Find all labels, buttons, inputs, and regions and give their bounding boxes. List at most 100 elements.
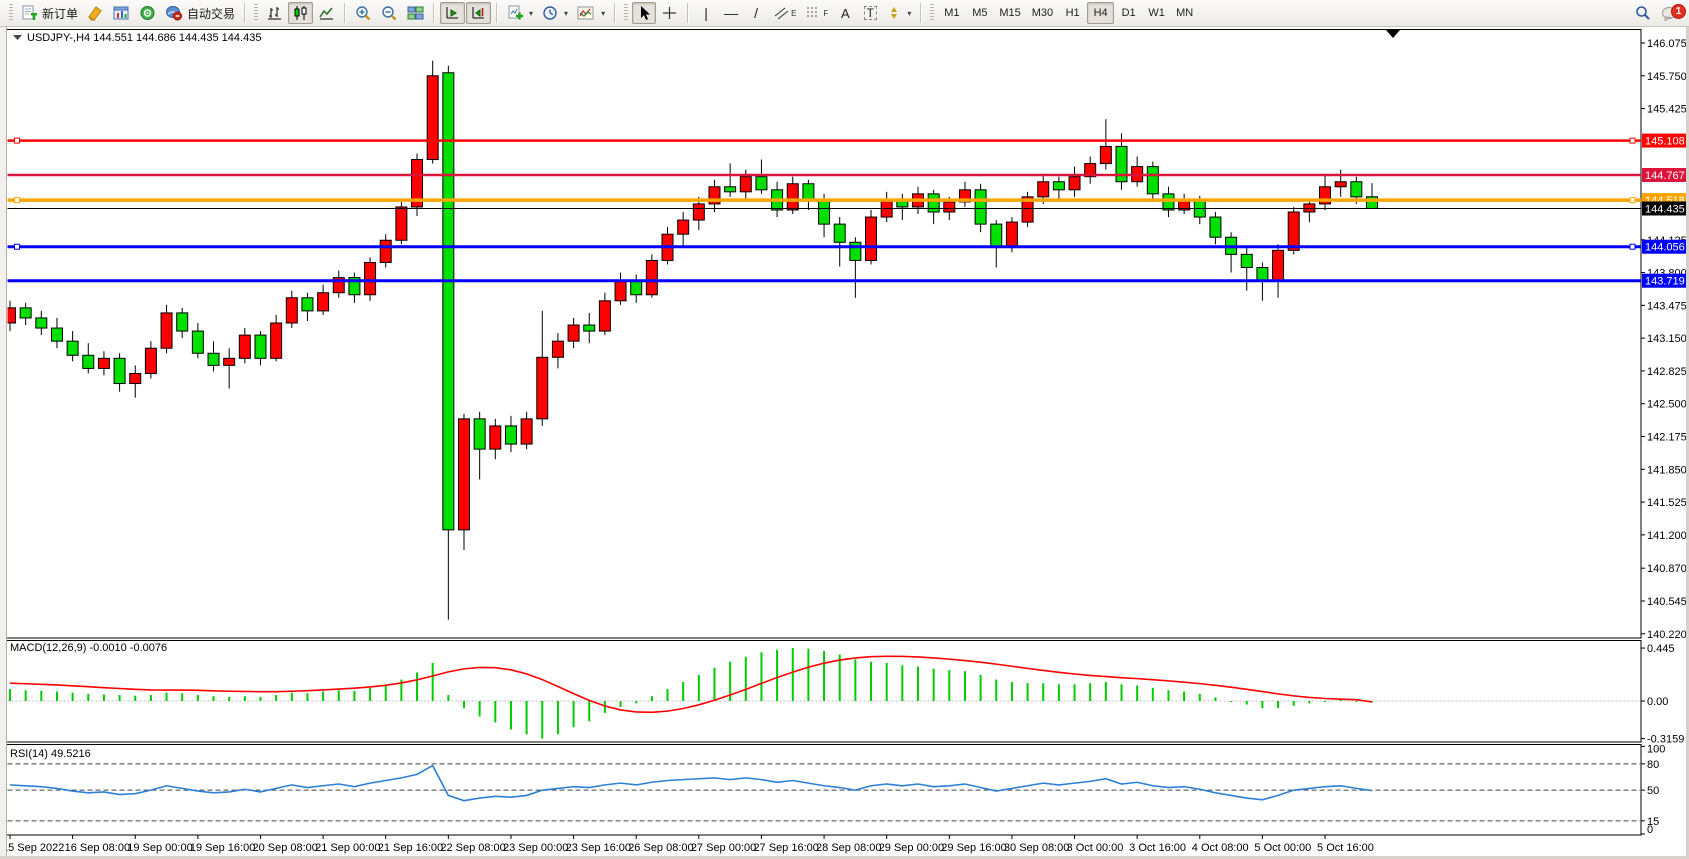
- price-axis-label: 143.475: [1647, 300, 1687, 312]
- zoom-out-button[interactable]: [377, 2, 402, 24]
- auto-scroll-button[interactable]: [440, 2, 465, 24]
- indicators-button[interactable]: ▾: [573, 2, 609, 24]
- fibonacci-sub-label: F: [823, 9, 828, 18]
- toolbar-grip[interactable]: [254, 4, 258, 22]
- clock-icon: [542, 5, 559, 21]
- price-axis-label: 145.750: [1647, 71, 1687, 83]
- hline-handle[interactable]: [15, 198, 20, 203]
- zoom-in-button[interactable]: [351, 2, 376, 24]
- macd-bar: [760, 652, 762, 701]
- macd-bar: [1246, 701, 1248, 705]
- time-axis-label: 5 Oct 16:00: [1317, 842, 1374, 854]
- toolbar-separator: [920, 3, 922, 23]
- text-label-tool-button[interactable]: T: [858, 2, 882, 24]
- macd-bar: [1183, 691, 1185, 701]
- vertical-line-tool-button[interactable]: |: [694, 2, 718, 24]
- arrows-tool-button[interactable]: ▾: [883, 2, 915, 24]
- trendline-tool-button[interactable]: /: [744, 2, 768, 24]
- navigator-button[interactable]: [109, 2, 134, 24]
- channel-tool-button[interactable]: E: [769, 2, 800, 24]
- new-chart-button[interactable]: ▾: [503, 2, 537, 24]
- time-axis-label: 19 Sep 00:00: [127, 842, 192, 854]
- price-label-text: 144.435: [1645, 203, 1685, 215]
- chart-canvas[interactable]: 146.075145.750145.425144.125143.800143.4…: [0, 0, 1689, 859]
- timeframe-m5-button[interactable]: M5: [966, 2, 993, 24]
- toolbar-separator: [344, 3, 346, 23]
- time-axis-label: 27 Sep 16:00: [753, 842, 818, 854]
- macd-label: MACD(12,26,9) -0.0010 -0.0076: [10, 642, 167, 654]
- search-button[interactable]: [1630, 2, 1656, 24]
- macd-bar: [40, 691, 42, 701]
- toolbar-grip[interactable]: [9, 4, 13, 22]
- time-axis-label: 3 Oct 00:00: [1067, 842, 1124, 854]
- autotrading-button[interactable]: 自动交易: [161, 2, 239, 24]
- tile-windows-button[interactable]: [403, 2, 428, 24]
- macd-bar: [150, 695, 152, 701]
- timeframe-mn-button[interactable]: MN: [1171, 2, 1198, 24]
- zoom-out-icon: [381, 5, 398, 21]
- macd-bar: [119, 695, 121, 701]
- macd-bar: [839, 655, 841, 701]
- text-tool-button[interactable]: A: [833, 2, 857, 24]
- time-axis-label: 27 Sep 00:00: [691, 842, 756, 854]
- macd-bar: [526, 701, 528, 734]
- mt4-window: 新订单 自动交易: [0, 0, 1689, 859]
- new-chart-icon: [507, 5, 524, 21]
- timeframe-d1-button[interactable]: D1: [1115, 2, 1142, 24]
- line-chart-icon: [318, 5, 335, 21]
- candle: [646, 254, 657, 297]
- new-order-button[interactable]: 新订单: [17, 2, 82, 24]
- toolbar-grip[interactable]: [930, 4, 934, 22]
- bar-chart-button[interactable]: [262, 2, 287, 24]
- hline-handle[interactable]: [15, 244, 20, 249]
- main-chart-panel: [7, 30, 1642, 639]
- macd-axis-label: 0.00: [1647, 696, 1668, 708]
- chart-shift-icon: [470, 5, 487, 21]
- macd-bar: [1293, 701, 1295, 706]
- cursor-tool-button[interactable]: [632, 2, 656, 24]
- macd-bar: [87, 694, 89, 701]
- macd-bar: [1308, 701, 1310, 703]
- macd-bar: [1105, 682, 1107, 701]
- time-axis-label: 16 Sep 08:00: [65, 842, 130, 854]
- macd-bar: [197, 695, 199, 701]
- macd-bar: [948, 670, 950, 701]
- fibonacci-tool-button[interactable]: F: [801, 2, 832, 24]
- market-watch-button[interactable]: [83, 2, 108, 24]
- time-axis-label: 22 Sep 08:00: [440, 842, 505, 854]
- horizontal-line-tool-button[interactable]: —: [719, 2, 743, 24]
- signals-button[interactable]: [135, 2, 160, 24]
- notifications-button[interactable]: 1: [1657, 2, 1683, 24]
- macd-bar: [56, 691, 58, 701]
- timeframe-m1-button[interactable]: M1: [938, 2, 965, 24]
- macd-bar: [494, 701, 496, 722]
- timeframe-h1-button[interactable]: H1: [1059, 2, 1086, 24]
- macd-bar: [807, 649, 809, 701]
- crosshair-tool-button[interactable]: [657, 2, 682, 24]
- hline-handle[interactable]: [1630, 244, 1635, 249]
- fibonacci-icon: [805, 5, 822, 21]
- timeframe-w1-button[interactable]: W1: [1143, 2, 1170, 24]
- toolbar: 新订单 自动交易: [0, 0, 1689, 27]
- hline-handle[interactable]: [15, 138, 20, 143]
- macd-bar: [682, 682, 684, 701]
- macd-bar: [588, 701, 590, 721]
- macd-bar: [901, 665, 903, 701]
- toolbar-separator: [496, 3, 498, 23]
- macd-bar: [244, 696, 246, 701]
- macd-bar: [651, 696, 653, 701]
- toolbar-grip[interactable]: [624, 4, 628, 22]
- price-axis-label: 142.825: [1647, 366, 1687, 378]
- hline-handle[interactable]: [1630, 138, 1635, 143]
- timeframe-m30-button[interactable]: M30: [1027, 2, 1058, 24]
- timeframe-h4-button[interactable]: H4: [1087, 2, 1114, 24]
- trendline-icon: /: [754, 6, 758, 20]
- candle: [866, 210, 877, 264]
- periods-clock-button[interactable]: ▾: [538, 2, 572, 24]
- hline-handle[interactable]: [1630, 198, 1635, 203]
- tile-windows-icon: [407, 5, 424, 21]
- line-chart-button[interactable]: [314, 2, 339, 24]
- chart-shift-button[interactable]: [466, 2, 491, 24]
- timeframe-m15-button[interactable]: M15: [994, 2, 1025, 24]
- candlestick-chart-button[interactable]: [288, 2, 313, 24]
